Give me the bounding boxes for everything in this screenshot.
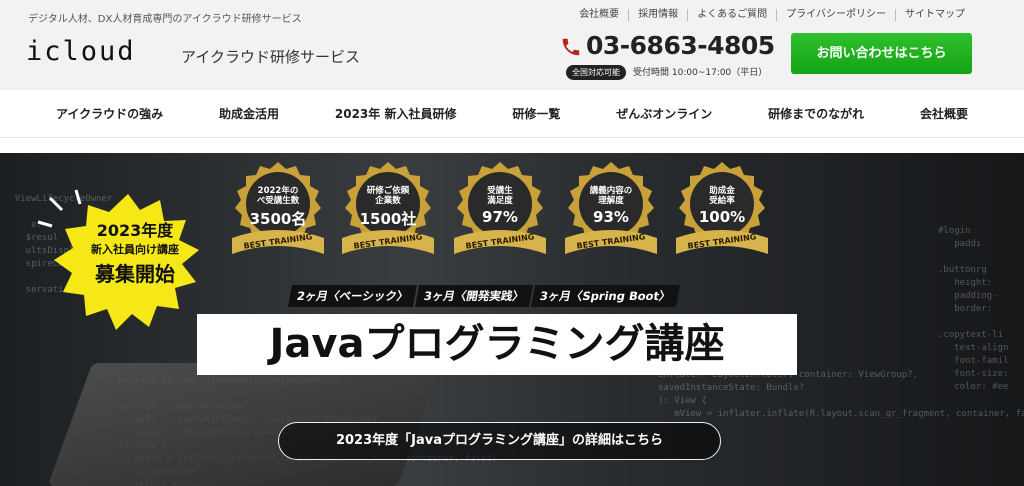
nationwide-badge: 全国対応可能: [566, 65, 626, 80]
nav-item-courses[interactable]: 研修一覧: [512, 90, 560, 137]
nav-item-flow[interactable]: 研修までのながれ: [768, 90, 864, 137]
new-hire-campaign-label[interactable]: 2023年度 新入社員向け講座 募集開始: [65, 217, 205, 287]
medal-value: 93%: [593, 208, 629, 226]
course-tag-spring-boot: 3ヶ月〈Spring Boot〉: [531, 285, 680, 307]
nav-item-company[interactable]: 会社概要: [920, 90, 968, 137]
medal-value: 100%: [698, 208, 746, 226]
hero-title: Javaプログラミング講座: [269, 321, 725, 367]
course-tag-basic: 2ヶ月〈ベーシック〉: [288, 285, 418, 307]
site-name: アイクラウド研修サービス: [181, 48, 360, 66]
utility-links: 会社概要 採用情報 よくあるご質問 プライバシーポリシー サイトマップ: [570, 9, 974, 21]
medal-label: 助成金 受給率: [709, 186, 735, 206]
business-hours: 受付時間 10:00~17:00（平日）: [633, 68, 768, 78]
medal-value: 97%: [482, 208, 518, 226]
cta-open: 募集開始: [95, 262, 175, 286]
nav-item-strengths[interactable]: アイクラウドの強み: [56, 90, 163, 137]
nav-item-new-hire[interactable]: 2023年 新入社員研修: [335, 90, 457, 137]
medal-trainees: 2022年の べ受講生数 3500名 BEST TRAINING: [228, 160, 328, 266]
course-duration-tags: 2ヶ月〈ベーシック〉 3ヶ月〈開発実践〉 3ヶ月〈Spring Boot〉: [288, 285, 680, 307]
utility-link-privacy[interactable]: プライバシーポリシー: [776, 9, 895, 21]
medal-label: 2022年の べ受講生数: [256, 186, 300, 206]
nav-item-online[interactable]: ぜんぶオンライン: [616, 90, 712, 137]
course-detail-button[interactable]: 2023年度「Javaプログラミング講座」の詳細はこちら: [278, 422, 721, 460]
medal-companies: 研修ご依頼 企業数 1500社 BEST TRAINING: [338, 160, 438, 266]
medal-satisfaction: 受講生 満足度 97% BEST TRAINING: [450, 160, 550, 266]
main-nav: アイクラウドの強み 助成金活用 2023年 新入社員研修 研修一覧 ぜんぶオンラ…: [0, 90, 1024, 138]
utility-link-sitemap[interactable]: サイトマップ: [895, 9, 974, 21]
medal-label: 研修ご依頼 企業数: [366, 186, 410, 206]
utility-link-faq[interactable]: よくあるご質問: [687, 9, 776, 21]
course-tag-practical: 3ヶ月〈開発実践〉: [415, 285, 534, 307]
background-code-css: #login paddi .buttonrg height: padding- …: [938, 226, 1009, 392]
header-bar: デジタル人材、DX人材育成専門のアイクラウド研修サービス 会社概要 採用情報 よ…: [0, 0, 1024, 90]
cta-year: 2023年度: [96, 221, 174, 240]
medal-subsidy-rate: 助成金 受給率 100% BEST TRAINING: [672, 160, 772, 266]
medal-value: 3500名: [249, 210, 307, 228]
utility-link-company[interactable]: 会社概要: [570, 9, 628, 21]
medal-label: 講義内容の 理解度: [589, 186, 633, 206]
header-tagline: デジタル人材、DX人材育成専門のアイクラウド研修サービス: [28, 14, 302, 25]
nav-item-subsidy[interactable]: 助成金活用: [219, 90, 279, 137]
phone-number[interactable]: 03-6863-4805: [586, 31, 775, 60]
cta-target: 新入社員向け講座: [91, 243, 179, 256]
utility-link-recruit[interactable]: 採用情報: [628, 9, 687, 21]
site-logo[interactable]: icloud: [26, 36, 136, 67]
medal-label: 受講生 満足度: [487, 186, 513, 206]
phone-icon: [562, 38, 580, 56]
medal-value: 1500社: [359, 210, 417, 228]
contact-button[interactable]: お問い合わせはこちら: [791, 33, 972, 74]
medal-understanding: 講義内容の 理解度 93% BEST TRAINING: [561, 160, 661, 266]
